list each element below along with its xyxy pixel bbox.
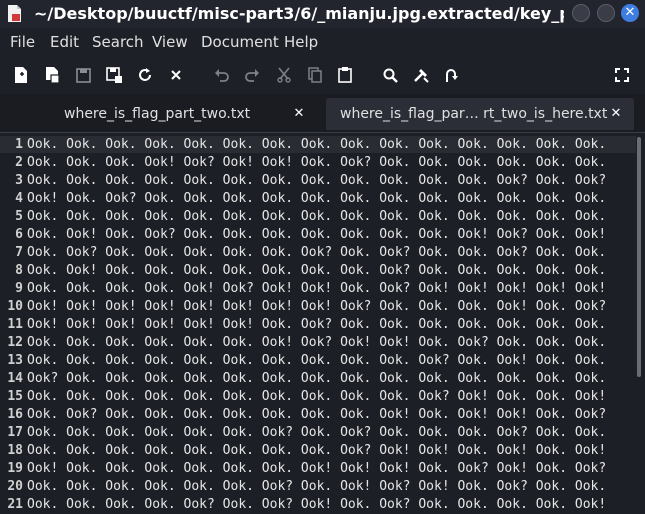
save-icon[interactable] (73, 65, 93, 85)
search-icon[interactable] (380, 65, 400, 85)
undo-icon[interactable] (212, 65, 232, 85)
paste-icon[interactable] (335, 65, 355, 85)
line-number: 6 (15, 227, 23, 242)
line-number: 8 (15, 263, 23, 278)
code-line[interactable]: Ook! Ook. Ook? Ook. Ook. Ook. Ook. Ook. … (27, 190, 606, 208)
menu-edit[interactable]: Edit (50, 33, 79, 51)
maximize-button[interactable] (597, 4, 615, 22)
menu-search[interactable]: Search (92, 33, 144, 51)
code-line[interactable]: Ook. Ook. Ook. Ook. Ook. Ook. Ook. Ook. … (27, 136, 606, 154)
line-number: 2 (15, 155, 23, 170)
line-number: 14 (7, 371, 23, 386)
code-line[interactable]: Ook! Ook! Ook! Ook! Ook! Ook! Ook! Ook! … (27, 298, 606, 316)
goto-icon[interactable] (441, 65, 461, 85)
new-from-template-icon[interactable] (42, 65, 62, 85)
tab-label: where_is_flag_part_two.txt (64, 106, 251, 122)
tab-label: where_is_flag_par… rt_two_is_here.txt (340, 106, 608, 122)
tab-part-two-is-here[interactable]: where_is_flag_par… rt_two_is_here.txt ✕ (326, 98, 634, 130)
line-number: 21 (7, 497, 23, 512)
code-line[interactable]: Ook. Ook! Ook. Ook? Ook. Ook. Ook. Ook. … (27, 226, 606, 244)
menu-view[interactable]: View (152, 33, 188, 51)
text-editor-app-icon (8, 5, 21, 22)
code-line[interactable]: Ook. Ook. Ook. Ook. Ook? Ook. Ook? Ook! … (27, 496, 606, 514)
code-line[interactable]: Ook. Ook? Ook. Ook. Ook. Ook. Ook. Ook? … (27, 244, 606, 262)
line-number: 3 (15, 173, 23, 188)
line-number: 9 (15, 281, 23, 296)
save-as-icon[interactable] (104, 65, 124, 85)
close-icon[interactable] (166, 65, 186, 85)
code-line[interactable]: Ook. Ook. Ook. Ook. Ook. Ook. Ook. Ook. … (27, 208, 606, 226)
menu-bar: File Edit Search View Document Help (0, 28, 645, 56)
line-number: 15 (7, 389, 23, 404)
title-bar: ~/Desktop/buuctf/misc-part3/6/_mianju.jp… (0, 0, 645, 28)
code-line[interactable]: Ook. Ook? Ook. Ook. Ook. Ook. Ook. Ook. … (27, 406, 606, 424)
code-line[interactable]: Ook. Ook. Ook. Ook. Ook. Ook. Ook. Ook. … (27, 172, 606, 190)
menu-document[interactable]: Document (201, 33, 279, 51)
line-number: 18 (7, 443, 23, 458)
reload-icon[interactable] (135, 65, 155, 85)
cut-icon[interactable] (274, 65, 294, 85)
line-number: 7 (15, 245, 23, 260)
menu-file[interactable]: File (10, 33, 35, 51)
line-number: 20 (7, 479, 23, 494)
code-line[interactable]: Ook. Ook. Ook. Ook. Ook. Ook. Ook! Ook? … (27, 334, 606, 352)
code-line[interactable]: Ook. Ook. Ook. Ook. Ook. Ook. Ook? Ook. … (27, 424, 606, 442)
line-number: 5 (15, 209, 23, 224)
menu-help[interactable]: Help (284, 33, 318, 51)
vertical-scrollbar[interactable] (637, 137, 641, 377)
minimize-button[interactable] (572, 4, 590, 22)
line-number: 4 (15, 191, 23, 206)
line-number: 12 (7, 335, 23, 350)
code-line[interactable]: Ook. Ook. Ook. Ook! Ook? Ook! Ook! Ook. … (27, 154, 606, 172)
tab-bar: where_is_flag_part_two.txt ✕ where_is_fl… (0, 94, 645, 132)
code-line[interactable]: Ook. Ook. Ook. Ook. Ook. Ook. Ook. Ook. … (27, 442, 606, 460)
line-number: 16 (7, 407, 23, 422)
tab-where-is-flag-part-two[interactable]: where_is_flag_part_two.txt ✕ (4, 98, 320, 130)
line-number: 10 (7, 299, 23, 314)
copy-icon[interactable] (305, 65, 325, 85)
code-line[interactable]: Ook. Ook. Ook. Ook. Ook. Ook. Ook. Ook. … (27, 352, 606, 370)
tab-close-icon[interactable]: ✕ (291, 98, 307, 130)
code-line[interactable]: Ook. Ook. Ook. Ook. Ook! Ook? Ook! Ook! … (27, 280, 606, 298)
code-line[interactable]: Ook! Ook! Ook! Ook! Ook! Ook! Ook. Ook? … (27, 316, 606, 334)
line-number: 17 (7, 425, 23, 440)
redo-icon[interactable] (242, 65, 262, 85)
line-number: 1 (15, 137, 23, 152)
code-line[interactable]: Ook! Ook. Ook. Ook. Ook. Ook. Ook. Ook! … (27, 460, 606, 478)
close-window-button[interactable]: ✕ (621, 4, 639, 22)
code-line[interactable]: Ook. Ook. Ook. Ook. Ook. Ook. Ook. Ook. … (27, 388, 606, 406)
code-line[interactable]: Ook. Ook. Ook. Ook. Ook. Ook. Ook? Ook. … (27, 478, 606, 496)
text-editor-area[interactable]: 1 2 3 4 5 6 7 8 9 10 11 12 13 14 15 16 17 18 19 20 21 Ook. O… (0, 132, 645, 514)
line-number: 11 (7, 317, 23, 332)
tab-close-icon[interactable]: ✕ (608, 98, 624, 130)
new-file-icon[interactable] (11, 65, 31, 85)
toolbar (0, 56, 645, 94)
replace-icon[interactable] (411, 65, 431, 85)
fullscreen-icon[interactable] (612, 65, 632, 85)
line-number: 19 (7, 461, 23, 476)
line-number: 13 (7, 353, 23, 368)
code-line[interactable]: Ook? Ook. Ook. Ook. Ook. Ook. Ook. Ook. … (27, 370, 606, 388)
window-title: ~/Desktop/buuctf/misc-part3/6/_mianju.jp… (34, 4, 564, 23)
code-line[interactable]: Ook. Ook! Ook. Ook. Ook. Ook. Ook. Ook. … (27, 262, 606, 280)
